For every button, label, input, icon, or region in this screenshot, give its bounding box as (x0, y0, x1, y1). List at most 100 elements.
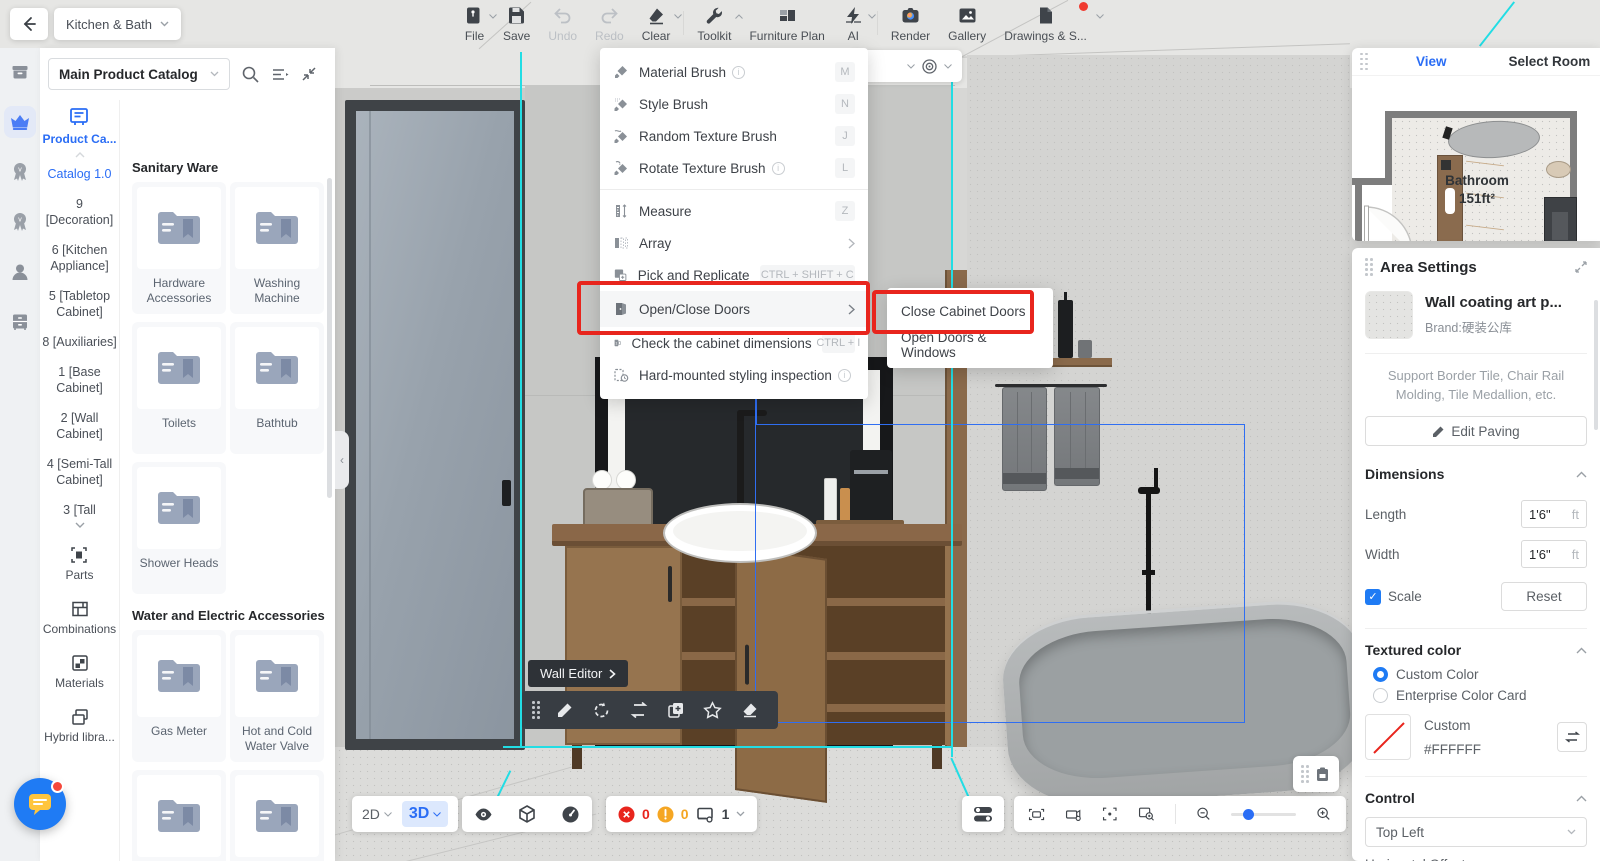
pano-preview-button[interactable] (1293, 756, 1339, 792)
undo-button[interactable]: Undo (539, 5, 586, 43)
rail-designer-icon[interactable] (4, 256, 36, 288)
product-card[interactable]: Hardware Accessories (132, 182, 226, 314)
reset-button[interactable]: Reset (1501, 582, 1587, 611)
length-input[interactable]: 1'6" ft (1521, 500, 1587, 528)
menu-item-style-brush[interactable]: Style Brush N (600, 88, 868, 120)
favorite-star-button[interactable] (694, 701, 731, 720)
control-section-header[interactable]: Control (1365, 790, 1587, 806)
tab-view[interactable]: View (1416, 54, 1447, 69)
category-item[interactable]: 9 [Decoration] (42, 196, 118, 228)
dimensions-section-header[interactable]: Dimensions (1365, 466, 1587, 482)
scrollbar[interactable] (1594, 300, 1598, 430)
edit-paving-button[interactable]: Edit Paving (1365, 416, 1587, 446)
zoom-in-icon[interactable] (1316, 804, 1332, 824)
rail-badge2-icon[interactable]: v (4, 206, 36, 238)
scene-glass-door[interactable] (345, 100, 525, 750)
swap-color-button[interactable] (1557, 722, 1587, 752)
filter-icon[interactable] (271, 67, 290, 82)
radio-selected-icon[interactable] (1373, 667, 1388, 682)
category-item[interactable]: 2 [Wall Cabinet] (42, 410, 118, 442)
material-swatch[interactable] (1365, 291, 1413, 339)
collapse-panel-tab[interactable]: ‹ (335, 431, 349, 489)
scale-checkbox-row[interactable]: ✓ Scale (1365, 589, 1422, 605)
mode-2d-button[interactable]: 2D (362, 806, 392, 822)
custom-color-swatch[interactable] (1365, 714, 1411, 760)
rail-badge-icon[interactable]: v (4, 156, 36, 188)
textured-color-section-header[interactable]: Textured color (1365, 642, 1587, 658)
tab-product-catalog[interactable]: Product Ca... (42, 100, 116, 150)
category-item[interactable]: 4 [Semi-Tall Cabinet] (42, 456, 118, 488)
visibility-eye-icon[interactable] (473, 804, 494, 825)
drawings-button[interactable]: Drawings & S... (995, 5, 1096, 43)
tab-parts[interactable]: Parts (65, 545, 93, 582)
tab-materials[interactable]: Materials (55, 653, 104, 690)
cube-view-icon[interactable] (517, 804, 537, 825)
toolkit-button[interactable]: Toolkit (688, 5, 740, 43)
focus-center-icon[interactable] (1102, 804, 1118, 824)
zoom-out-icon[interactable] (1196, 804, 1212, 824)
floor-plan-minimap[interactable]: Bathroom 151ft² (1352, 77, 1600, 241)
product-card[interactable]: Gas Meter (132, 630, 226, 762)
menu-item-rotate-texture-brush[interactable]: Rotate Texture Brushi L (600, 152, 868, 184)
toggles-button[interactable] (962, 796, 1004, 832)
project-selector[interactable]: Kitchen & Bath (54, 8, 181, 40)
menu-item-hard-mounted-inspection[interactable]: Hard-mounted styling inspectioni (600, 359, 868, 391)
save-button[interactable]: Save (494, 5, 539, 43)
drag-handle-icon[interactable] (532, 701, 540, 719)
wall-editor-tab[interactable]: Wall Editor (528, 660, 628, 687)
drag-handle-icon[interactable] (1365, 258, 1373, 276)
custom-color-radio-row[interactable]: Custom Color (1373, 667, 1587, 682)
product-card[interactable]: Washing Machine (230, 182, 324, 314)
rotate-button[interactable] (583, 701, 620, 720)
product-card[interactable]: Floor Heating Water (230, 770, 324, 861)
category-item[interactable]: 5 [Tabletop Cabinet] (42, 288, 118, 320)
zoom-slider-handle[interactable] (1243, 809, 1254, 820)
eraser-button[interactable] (731, 701, 768, 719)
zoom-slider[interactable] (1231, 813, 1296, 816)
issues-bar[interactable]: 0 0 1 (606, 796, 757, 832)
camera-view-icon[interactable] (1028, 805, 1045, 824)
category-item[interactable]: 8 [Auxiliaries] (42, 334, 116, 350)
rail-archive-icon[interactable] (4, 56, 36, 88)
menu-item-measure[interactable]: Measure Z (600, 195, 868, 227)
file-button[interactable]: File (455, 5, 494, 43)
search-icon[interactable] (241, 65, 260, 84)
category-item[interactable]: Catalog 1.0 (48, 166, 112, 182)
enterprise-color-radio-row[interactable]: Enterprise Color Card (1373, 688, 1587, 703)
gallery-button[interactable]: Gallery (939, 5, 995, 43)
category-item[interactable]: 6 [Kitchen Appliance] (42, 242, 118, 274)
scene-sink-faucet[interactable] (737, 410, 744, 514)
category-item[interactable]: 1 [Base Cabinet] (42, 364, 118, 396)
swap-button[interactable] (620, 702, 657, 718)
menu-item-material-brush[interactable]: Material Brushi M (600, 56, 868, 88)
product-card[interactable]: Socket (132, 770, 226, 861)
tab-hybrid-library[interactable]: Hybrid libra... (44, 707, 115, 744)
scroll-down-icon[interactable] (75, 522, 85, 528)
mode-3d-button[interactable]: 3D (402, 801, 448, 827)
menu-item-random-texture-brush[interactable]: Random Texture Brush J (600, 120, 868, 152)
scrollbar[interactable] (327, 178, 332, 498)
duplicate-button[interactable] (657, 701, 694, 719)
clear-button[interactable]: Clear (633, 5, 680, 43)
camera-settings-icon[interactable] (1065, 805, 1082, 824)
furniture-plan-button[interactable]: Furniture Plan (740, 5, 833, 43)
rail-vip-crown-icon[interactable] (4, 106, 36, 138)
menu-item-array[interactable]: Array (600, 227, 868, 259)
category-item[interactable]: 3 [Tall (63, 502, 96, 518)
expand-icon[interactable] (1575, 261, 1587, 273)
anchor-select[interactable]: Top Left (1365, 817, 1587, 847)
zoom-region-icon[interactable] (1138, 804, 1155, 824)
back-button[interactable] (10, 8, 48, 40)
product-card[interactable]: Shower Heads (132, 462, 226, 594)
drag-handle-icon[interactable] (1360, 53, 1368, 71)
render-button[interactable]: Render (882, 5, 939, 43)
catalog-source-select[interactable]: Main Product Catalog (48, 58, 230, 90)
width-input[interactable]: 1'6" ft (1521, 540, 1587, 568)
ai-button[interactable]: AI (834, 5, 873, 43)
edit-pencil-button[interactable] (546, 701, 583, 719)
product-card[interactable]: Toilets (132, 322, 226, 454)
radio-unselected-icon[interactable] (1373, 688, 1388, 703)
redo-button[interactable]: Redo (586, 5, 633, 43)
performance-gauge-icon[interactable] (560, 804, 581, 825)
product-card[interactable]: Bathtub (230, 322, 324, 454)
